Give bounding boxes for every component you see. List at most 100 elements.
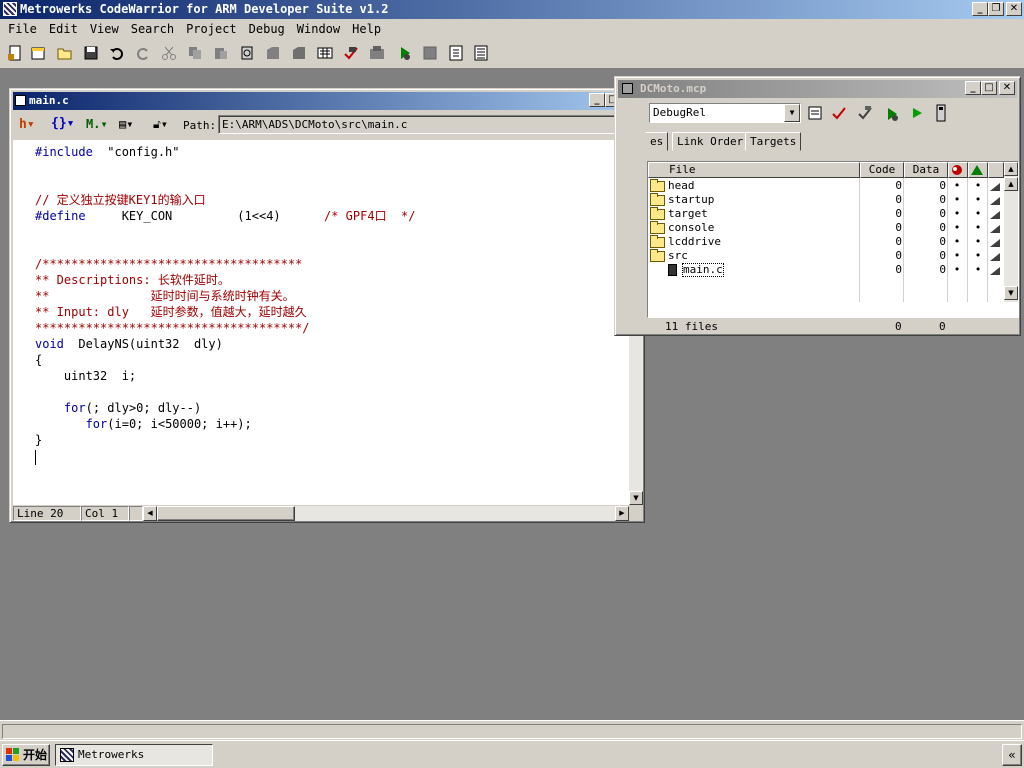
menu-search[interactable]: Search — [125, 19, 180, 39]
menu-file[interactable]: File — [2, 19, 43, 39]
scroll-up-button[interactable]: ▲ — [1004, 177, 1018, 191]
compile-icon[interactable] — [342, 44, 360, 62]
menu-edit[interactable]: Edit — [43, 19, 84, 39]
file-row[interactable]: startup 0 0 • • — [648, 193, 1004, 207]
make-icon[interactable] — [857, 105, 873, 124]
menu-debug[interactable]: Debug — [243, 19, 291, 39]
codewarrior-app-icon[interactable] — [3, 2, 17, 16]
menu-view[interactable]: View — [84, 19, 125, 39]
column-data[interactable]: Data — [904, 162, 948, 178]
project-maximize-button[interactable]: □ — [981, 81, 997, 95]
replace-icon[interactable] — [316, 44, 334, 62]
disassemble-icon[interactable] — [447, 44, 465, 62]
header-files-menu-icon[interactable]: h▾ — [19, 117, 35, 132]
markers-menu-icon[interactable]: M.▾ — [86, 117, 108, 131]
tab-link-order[interactable]: Link Order — [672, 132, 749, 151]
app-restore-button[interactable]: ❐ — [988, 2, 1004, 16]
project-titlebar[interactable]: DCMoto.mcp _ □ ✕ — [618, 80, 1017, 98]
touch-marker-icon[interactable] — [990, 224, 1000, 233]
target-flag-icon[interactable]: • — [974, 193, 982, 207]
scroll-right-button[interactable]: ▶ — [615, 506, 629, 521]
target-flag-icon[interactable]: • — [974, 249, 982, 263]
file-row[interactable]: console 0 0 • • — [648, 221, 1004, 235]
save-icon[interactable] — [82, 44, 100, 62]
target-flag-icon[interactable]: • — [974, 221, 982, 235]
debug-flag-icon[interactable]: • — [953, 193, 961, 207]
scroll-left-button[interactable]: ◀ — [143, 506, 157, 521]
debug-icon[interactable] — [396, 44, 414, 62]
editor-minimize-button[interactable]: _ — [589, 93, 605, 107]
project-close-button[interactable]: ✕ — [999, 81, 1015, 95]
editor-titlebar[interactable]: main.c _ □ ✕ — [13, 92, 641, 110]
file-row[interactable]: head 0 0 • • — [648, 179, 1004, 193]
find-next-icon[interactable] — [264, 44, 282, 62]
document-settings-icon[interactable]: ▤▾ — [119, 117, 133, 131]
scroll-up-button[interactable]: ▲ — [1004, 162, 1018, 176]
file-row[interactable]: main.c 0 0 • • — [648, 263, 1004, 277]
tray-expand-button[interactable]: « — [1002, 744, 1022, 766]
paste-icon[interactable] — [212, 44, 230, 62]
target-column-icon[interactable] — [968, 162, 988, 178]
debug-flag-icon[interactable]: • — [953, 263, 961, 277]
cut-icon[interactable] — [160, 44, 178, 62]
synchronize-modification-icon[interactable] — [831, 105, 847, 124]
open-icon[interactable] — [56, 44, 74, 62]
touch-marker-icon[interactable] — [990, 238, 1000, 247]
lock-icon[interactable]: 🔓︎▾ — [153, 117, 168, 132]
preprocess-icon[interactable] — [472, 44, 490, 62]
file-row[interactable]: lcddrive 0 0 • • — [648, 235, 1004, 249]
new-text-file-icon[interactable] — [6, 44, 24, 62]
column-file[interactable]: File — [648, 162, 860, 178]
menu-window[interactable]: Window — [291, 19, 346, 39]
tab-files[interactable]: es — [645, 132, 669, 151]
start-button[interactable]: 开始 — [2, 744, 50, 766]
make-icon[interactable] — [368, 44, 386, 62]
menu-project[interactable]: Project — [180, 19, 243, 39]
file-row[interactable]: src 0 0 • • — [648, 249, 1004, 263]
file-row[interactable]: target 0 0 • • — [648, 207, 1004, 221]
build-target-select[interactable]: DebugRel ▼ — [649, 103, 801, 123]
project-minimize-button[interactable]: _ — [965, 81, 981, 95]
new-project-icon[interactable] — [29, 44, 47, 62]
undo-icon[interactable] — [108, 44, 126, 62]
column-code[interactable]: Code — [860, 162, 904, 178]
find-in-files-icon[interactable] — [290, 44, 308, 62]
tab-targets[interactable]: Targets — [745, 132, 802, 151]
stop-icon[interactable] — [421, 44, 439, 62]
taskbar-item-codewarrior[interactable]: Metrowerks CodeWarr... — [55, 744, 213, 766]
column-options-icon[interactable] — [988, 162, 1004, 178]
functions-menu-icon[interactable]: {}▾ — [51, 116, 74, 131]
touch-marker-icon[interactable] — [990, 182, 1000, 191]
project-inspector-icon[interactable] — [935, 104, 947, 125]
target-flag-icon[interactable]: • — [974, 207, 982, 221]
redo-icon[interactable] — [134, 44, 152, 62]
debug-flag-icon[interactable]: • — [953, 249, 961, 263]
target-flag-icon[interactable]: • — [974, 235, 982, 249]
copy-icon[interactable] — [186, 44, 204, 62]
code-editor[interactable]: #include "config.h"// 定义独立按键KEY1的输入口 #def… — [13, 140, 629, 505]
horizontal-scroll-thumb[interactable] — [157, 506, 295, 521]
app-close-button[interactable]: ✕ — [1006, 2, 1022, 16]
app-minimize-button[interactable]: _ — [972, 2, 988, 16]
editor-horizontal-scrollbar[interactable]: ◀ ▶ — [143, 506, 629, 521]
target-flag-icon[interactable]: • — [974, 179, 982, 193]
touch-marker-icon[interactable] — [990, 210, 1000, 219]
debug-flag-icon[interactable]: • — [953, 179, 961, 193]
debug-flag-icon[interactable]: • — [953, 221, 961, 235]
debug-flag-icon[interactable]: • — [953, 207, 961, 221]
debug-column-icon[interactable] — [948, 162, 968, 178]
menu-help[interactable]: Help — [346, 19, 387, 39]
debug-icon[interactable] — [885, 106, 901, 125]
touch-marker-icon[interactable] — [990, 196, 1000, 205]
target-flag-icon[interactable]: • — [974, 263, 982, 277]
chevron-down-icon[interactable]: ▼ — [784, 104, 800, 122]
file-list-scrollbar[interactable]: ▲ ▼ ▲ — [1004, 162, 1018, 302]
touch-marker-icon[interactable] — [990, 266, 1000, 275]
debug-flag-icon[interactable]: • — [953, 235, 961, 249]
scroll-down-button[interactable]: ▼ — [629, 491, 643, 505]
find-icon[interactable] — [238, 44, 256, 62]
touch-marker-icon[interactable] — [990, 252, 1000, 261]
target-settings-icon[interactable] — [807, 105, 823, 124]
run-icon[interactable] — [910, 106, 924, 123]
resize-split-handle[interactable] — [129, 506, 143, 521]
